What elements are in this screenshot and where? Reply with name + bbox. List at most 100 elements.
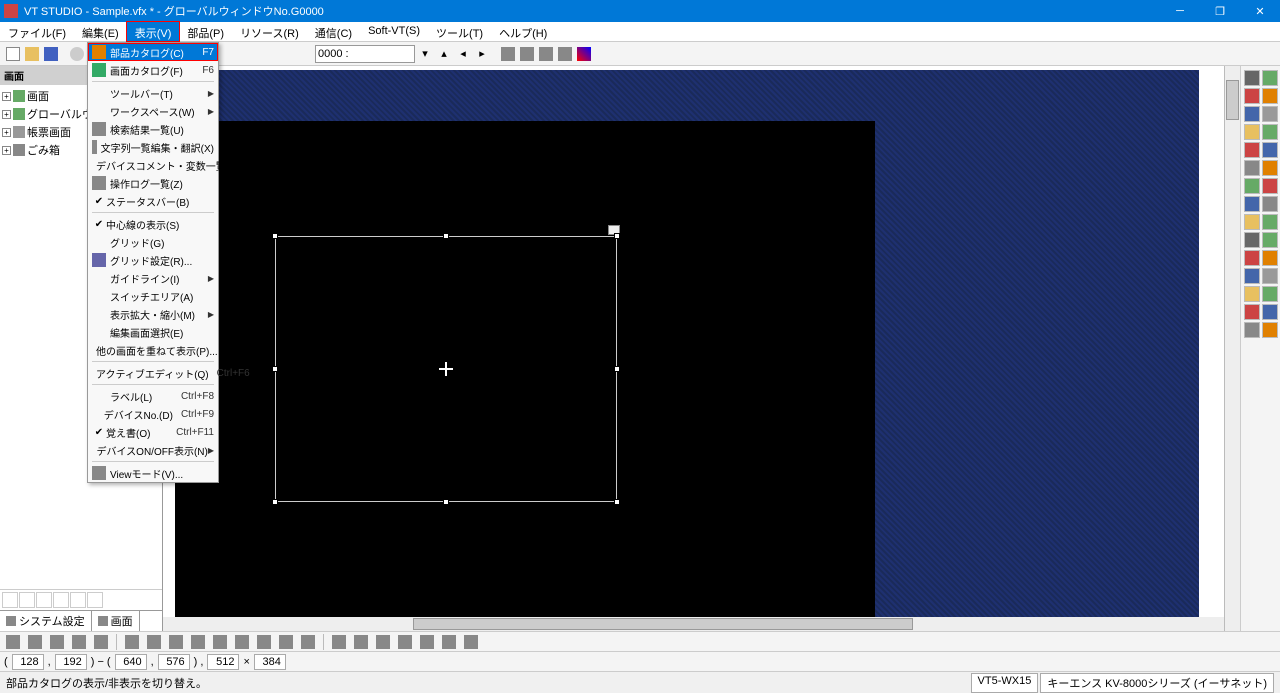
- dock-tool-icon[interactable]: [1244, 124, 1260, 140]
- menu-item[interactable]: デバイスNo.(D)Ctrl+F9: [88, 405, 218, 423]
- bt-o-icon[interactable]: [352, 633, 370, 651]
- menu-部品[interactable]: 部品(P): [179, 22, 232, 41]
- bt-f-icon[interactable]: [145, 633, 163, 651]
- menu-Soft-VT[interactable]: Soft-VT(S): [360, 22, 428, 41]
- panel-tab[interactable]: 画面: [92, 611, 140, 631]
- tool-a-icon[interactable]: [499, 45, 517, 63]
- menu-item[interactable]: 表示拡大・縮小(M)▶: [88, 305, 218, 323]
- bt-d-icon[interactable]: [92, 633, 110, 651]
- dock-tool-icon[interactable]: [1262, 286, 1278, 302]
- vertical-scrollbar[interactable]: [1224, 66, 1240, 631]
- screen-combo[interactable]: 0000 :: [315, 45, 415, 63]
- canvas-area[interactable]: [163, 66, 1280, 631]
- tool-b-icon[interactable]: [518, 45, 536, 63]
- dock-tool-icon[interactable]: [1262, 268, 1278, 284]
- bt-b-icon[interactable]: [48, 633, 66, 651]
- coord-h[interactable]: 384: [254, 654, 286, 670]
- down-icon[interactable]: ▾: [416, 45, 434, 63]
- menu-ツール[interactable]: ツール(T): [428, 22, 491, 41]
- resize-handle[interactable]: [443, 233, 449, 239]
- resize-handle[interactable]: [614, 366, 620, 372]
- coord-x1[interactable]: 128: [12, 654, 44, 670]
- menu-表示[interactable]: 表示(V): [127, 22, 180, 41]
- menu-item[interactable]: アクティブエディット(Q)Ctrl+F6: [88, 364, 218, 382]
- menu-item[interactable]: グリッド(G): [88, 233, 218, 251]
- bt-cursor-icon[interactable]: [4, 633, 22, 651]
- dock-tool-icon[interactable]: [1262, 250, 1278, 266]
- coord-y1[interactable]: 192: [55, 654, 87, 670]
- dock-tool-icon[interactable]: [1244, 196, 1260, 212]
- menu-リソース[interactable]: リソース(R): [232, 22, 307, 41]
- dock-tool-icon[interactable]: [1244, 304, 1260, 320]
- dock-tool-icon[interactable]: [1244, 286, 1260, 302]
- tool-c-icon[interactable]: [537, 45, 555, 63]
- menu-item[interactable]: ✔中心線の表示(S): [88, 215, 218, 233]
- selection-rectangle[interactable]: [275, 236, 617, 502]
- dock-tool-icon[interactable]: [1262, 160, 1278, 176]
- nav-left-icon[interactable]: ◂: [454, 45, 472, 63]
- bt-j-icon[interactable]: [233, 633, 251, 651]
- menu-item[interactable]: 部品カタログ(C)F7: [88, 43, 218, 61]
- menu-item[interactable]: デバイスON/OFF表示(N)▶: [88, 441, 218, 459]
- menu-通信[interactable]: 通信(C): [307, 22, 360, 41]
- menu-item[interactable]: 文字列一覧編集・翻訳(X): [88, 138, 218, 156]
- resize-handle[interactable]: [272, 233, 278, 239]
- resize-handle[interactable]: [272, 366, 278, 372]
- zoom-in-icon[interactable]: [68, 45, 86, 63]
- menu-item[interactable]: 検索結果一覧(U): [88, 120, 218, 138]
- dock-tool-icon[interactable]: [1244, 178, 1260, 194]
- dock-tool-icon[interactable]: [1244, 232, 1260, 248]
- menu-item[interactable]: グリッド設定(R)...: [88, 251, 218, 269]
- menu-ファイル[interactable]: ファイル(F): [0, 22, 74, 41]
- bt-g-icon[interactable]: [167, 633, 185, 651]
- panel-tab[interactable]: システム設定: [0, 611, 92, 631]
- menu-item[interactable]: 操作ログ一覧(Z): [88, 174, 218, 192]
- dock-tool-icon[interactable]: [1262, 178, 1278, 194]
- bt-i-icon[interactable]: [211, 633, 229, 651]
- menu-item[interactable]: ガイドライン(I)▶: [88, 269, 218, 287]
- menu-item[interactable]: ラベル(L)Ctrl+F8: [88, 387, 218, 405]
- lp-btn-4[interactable]: [53, 592, 69, 608]
- nav-right-icon[interactable]: ▸: [473, 45, 491, 63]
- bt-t-icon[interactable]: [462, 633, 480, 651]
- menu-item[interactable]: ワークスペース(W)▶: [88, 102, 218, 120]
- menu-item[interactable]: デバイスコメント・変数一覧(Y): [88, 156, 218, 174]
- dock-tool-icon[interactable]: [1244, 160, 1260, 176]
- color-icon[interactable]: [575, 45, 593, 63]
- bt-c-icon[interactable]: [70, 633, 88, 651]
- resize-handle[interactable]: [614, 499, 620, 505]
- bt-e-icon[interactable]: [123, 633, 141, 651]
- coord-w[interactable]: 512: [207, 654, 239, 670]
- dock-tool-icon[interactable]: [1244, 70, 1260, 86]
- menu-item[interactable]: スイッチエリア(A): [88, 287, 218, 305]
- dock-tool-icon[interactable]: [1262, 304, 1278, 320]
- maximize-button[interactable]: ❐: [1200, 0, 1240, 22]
- menu-item[interactable]: ✔ステータスバー(B): [88, 192, 218, 210]
- close-button[interactable]: ✕: [1240, 0, 1280, 22]
- dock-tool-icon[interactable]: [1262, 322, 1278, 338]
- resize-handle[interactable]: [272, 499, 278, 505]
- dock-tool-icon[interactable]: [1262, 88, 1278, 104]
- dock-tool-icon[interactable]: [1262, 232, 1278, 248]
- coord-y2[interactable]: 576: [158, 654, 190, 670]
- bt-n-icon[interactable]: [330, 633, 348, 651]
- dock-tool-icon[interactable]: [1244, 250, 1260, 266]
- menu-item[interactable]: ツールバー(T)▶: [88, 84, 218, 102]
- up-icon[interactable]: ▴: [435, 45, 453, 63]
- bt-s-icon[interactable]: [440, 633, 458, 651]
- lp-btn-1[interactable]: [2, 592, 18, 608]
- lp-btn-5[interactable]: [70, 592, 86, 608]
- lp-btn-3[interactable]: [36, 592, 52, 608]
- dock-tool-icon[interactable]: [1262, 214, 1278, 230]
- dock-tool-icon[interactable]: [1244, 322, 1260, 338]
- bt-h-icon[interactable]: [189, 633, 207, 651]
- menu-ヘルプ[interactable]: ヘルプ(H): [491, 22, 555, 41]
- bt-k-icon[interactable]: [255, 633, 273, 651]
- dock-tool-icon[interactable]: [1244, 142, 1260, 158]
- dock-tool-icon[interactable]: [1244, 106, 1260, 122]
- tool-d-icon[interactable]: [556, 45, 574, 63]
- menu-編集[interactable]: 編集(E): [74, 22, 127, 41]
- resize-handle[interactable]: [443, 499, 449, 505]
- save-icon[interactable]: [42, 45, 60, 63]
- dock-tool-icon[interactable]: [1262, 70, 1278, 86]
